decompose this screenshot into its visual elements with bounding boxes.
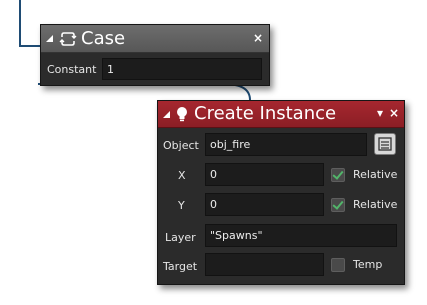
create-instance-node[interactable]: Create Instance ▾ × Object obj_fire X 0 …	[157, 100, 405, 285]
y-relative-label: Relative	[353, 198, 398, 211]
x-label: X	[178, 169, 186, 182]
create-instance-node-header[interactable]: Create Instance ▾ ×	[158, 101, 404, 128]
case-node-header[interactable]: Case ×	[41, 25, 269, 53]
create-instance-node-title: Create Instance	[194, 103, 337, 124]
checkmark-icon	[332, 168, 344, 180]
collapse-triangle-icon[interactable]	[163, 110, 170, 118]
target-input[interactable]	[205, 253, 324, 276]
constant-label: Constant	[47, 63, 97, 76]
close-icon[interactable]: ×	[253, 31, 263, 45]
y-label: Y	[178, 199, 185, 212]
list-picker-icon	[378, 137, 392, 151]
y-relative-checkbox[interactable]	[331, 198, 345, 212]
collapse-triangle-icon[interactable]	[46, 35, 53, 42]
menu-dropdown-icon[interactable]: ▾	[377, 106, 383, 120]
x-relative-checkbox[interactable]	[331, 168, 345, 182]
constant-input[interactable]: 1	[102, 58, 262, 80]
layer-input[interactable]: "Spawns"	[205, 224, 397, 247]
switch-case-icon	[59, 31, 77, 46]
temp-label: Temp	[353, 258, 383, 271]
close-icon[interactable]: ×	[389, 106, 399, 120]
object-picker-button[interactable]	[374, 133, 396, 155]
case-node[interactable]: Case × Constant 1	[40, 24, 270, 86]
temp-checkbox[interactable]	[331, 258, 345, 272]
case-node-title: Case	[81, 27, 126, 49]
object-label: Object	[163, 139, 199, 152]
target-label: Target	[163, 260, 198, 273]
layer-label: Layer	[165, 231, 196, 244]
object-input[interactable]: obj_fire	[205, 133, 367, 156]
y-input[interactable]: 0	[205, 193, 324, 216]
checkmark-icon	[332, 198, 344, 210]
lightbulb-icon	[177, 107, 187, 122]
x-relative-label: Relative	[353, 168, 398, 181]
case-to-create-instance-connector	[38, 83, 251, 101]
x-input[interactable]: 0	[205, 163, 324, 186]
